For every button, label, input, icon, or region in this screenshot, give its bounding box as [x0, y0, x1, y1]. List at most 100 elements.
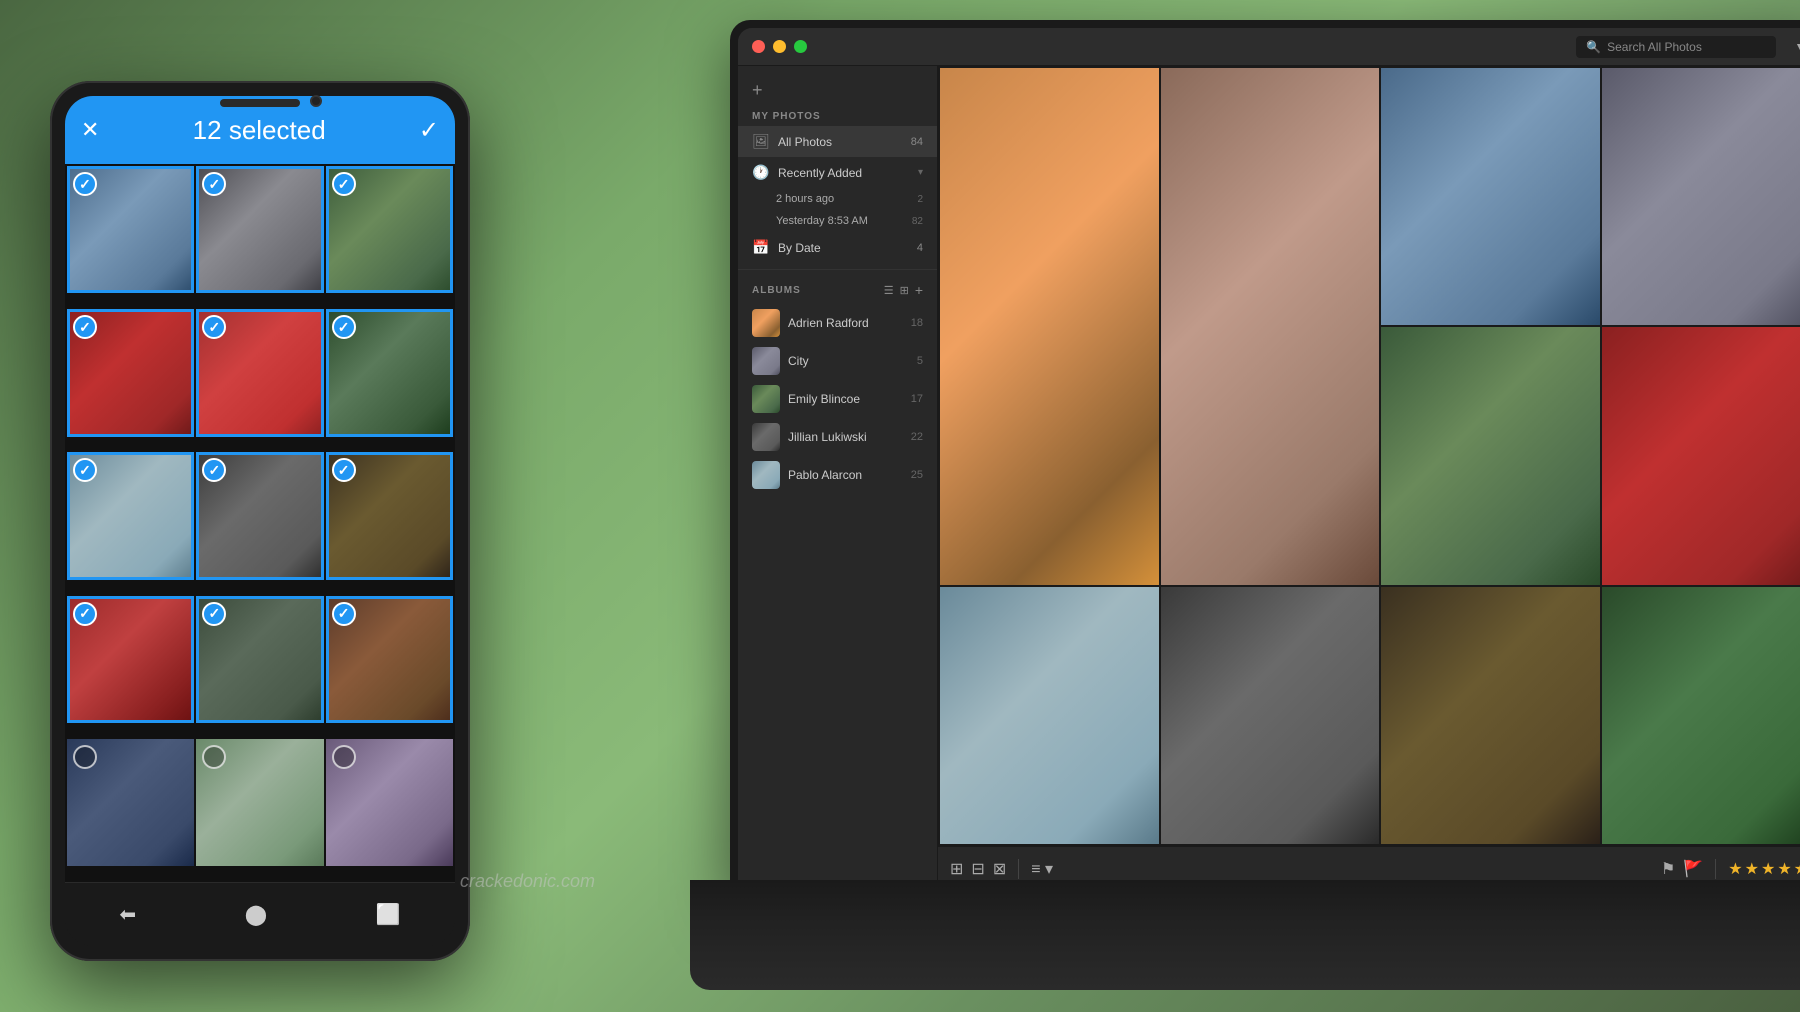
photo-cell-green-dark[interactable]	[1602, 587, 1800, 844]
all-photos-count: 84	[911, 136, 923, 148]
sidebar-sub-2hours[interactable]: 2 hours ago 2	[738, 188, 937, 210]
by-date-count: 4	[917, 242, 923, 254]
recent-icon: 🕐	[752, 164, 770, 181]
view-large-icon[interactable]: ⊞	[950, 859, 963, 879]
album-thumb-city	[752, 347, 780, 375]
laptop-titlebar: 🔍 Search All Photos ▼	[738, 28, 1800, 66]
flag-filled-icon[interactable]: 🚩	[1683, 859, 1703, 879]
sidebar-divider	[738, 269, 937, 270]
phone-cell-13[interactable]	[67, 739, 194, 866]
album-thumb-emily	[752, 385, 780, 413]
selection-overlay-7	[67, 452, 194, 579]
nav-recents-icon[interactable]: ⬜	[376, 902, 401, 927]
selection-badge-14	[202, 745, 226, 769]
search-placeholder: Search All Photos	[1607, 40, 1702, 54]
search-icon: 🔍	[1586, 40, 1601, 54]
album-count-jillian: 22	[911, 431, 923, 443]
phone-cell-12[interactable]: ✓	[326, 596, 453, 723]
phone-cell-7[interactable]: ✓	[67, 452, 194, 579]
albums-list-icon[interactable]: ☰	[884, 284, 894, 297]
sidebar-item-by-date[interactable]: 📅 By Date 4	[738, 232, 937, 263]
search-bar[interactable]: 🔍 Search All Photos	[1576, 36, 1776, 58]
album-item-emily[interactable]: Emily Blincoe 17	[738, 380, 937, 418]
selection-overlay-3	[326, 166, 453, 293]
album-count-city: 5	[917, 355, 923, 367]
phone-cell-5[interactable]: ✓	[196, 309, 323, 436]
photo-cell-cloud-hand[interactable]	[940, 587, 1159, 844]
phone-cell-14[interactable]	[196, 739, 323, 866]
album-name-emily: Emily Blincoe	[788, 392, 903, 406]
sidebar-item-recently-added[interactable]: 🕐 Recently Added ▾	[738, 157, 937, 188]
laptop-screen-bezel: 🔍 Search All Photos ▼ + MY PHOTOS	[730, 20, 1800, 890]
2hours-label: 2 hours ago	[776, 193, 911, 205]
phone-cell-6[interactable]: ✓	[326, 309, 453, 436]
nav-back-icon[interactable]: ⬅	[119, 902, 136, 927]
albums-add-icon[interactable]: +	[915, 282, 923, 298]
photo-cell-jump[interactable]	[1381, 68, 1600, 325]
minimize-traffic-light[interactable]	[773, 40, 786, 53]
selected-count-label: 12 selected	[193, 115, 326, 146]
sidebar-sub-yesterday[interactable]: Yesterday 8:53 AM 82	[738, 210, 937, 232]
photo-cell-red-wall[interactable]	[1602, 327, 1800, 584]
album-count-pablo: 25	[911, 469, 923, 481]
sidebar: + MY PHOTOS 🖼 All Photos 84 🕐 Recent	[738, 66, 938, 890]
phone-cell-9[interactable]: ✓	[326, 452, 453, 579]
toolbar-separator-2	[1715, 859, 1716, 879]
confirm-check-icon[interactable]: ✓	[419, 116, 439, 145]
album-item-pablo[interactable]: Pablo Alarcon 25	[738, 456, 937, 494]
selection-overlay-5	[196, 309, 323, 436]
photo-cell-city-street[interactable]	[1602, 68, 1800, 325]
add-button[interactable]: +	[738, 74, 937, 107]
phone-cell-2[interactable]: ✓	[196, 166, 323, 293]
laptop-keyboard	[690, 880, 1800, 990]
album-item-city[interactable]: City 5	[738, 342, 937, 380]
sidebar-item-all-photos[interactable]: 🖼 All Photos 84	[738, 126, 937, 157]
sort-icon[interactable]: ≡ ▾	[1031, 859, 1053, 879]
album-thumb-pablo	[752, 461, 780, 489]
phone-device: ✕ 12 selected ✓ ✓ ✓ ✓	[50, 81, 470, 961]
selection-overlay-12	[326, 596, 453, 723]
photo-cell-man-sitting[interactable]	[940, 68, 1159, 585]
maximize-traffic-light[interactable]	[794, 40, 807, 53]
albums-label: ALBUMS	[752, 285, 878, 296]
phone-cell-11[interactable]: ✓	[196, 596, 323, 723]
album-count-emily: 17	[911, 393, 923, 405]
phone-camera	[310, 95, 322, 107]
phone-cell-15[interactable]	[326, 739, 453, 866]
album-item-adrien[interactable]: Adrien Radford 18	[738, 304, 937, 342]
close-icon[interactable]: ✕	[81, 117, 99, 143]
filter-icon[interactable]: ▼	[1794, 39, 1800, 55]
photo-cell-food[interactable]	[1381, 327, 1600, 584]
album-item-jillian[interactable]: Jillian Lukiwski 22	[738, 418, 937, 456]
star-rating[interactable]: ★★★★★	[1728, 859, 1800, 879]
phone-nav-bar: ⬅ ⬤ ⬜	[65, 882, 455, 946]
recently-added-arrow: ▾	[918, 167, 923, 178]
view-small-icon[interactable]: ⊠	[993, 859, 1006, 879]
phone-cell-3[interactable]: ✓	[326, 166, 453, 293]
photos-icon: 🖼	[752, 133, 770, 150]
album-name-pablo: Pablo Alarcon	[788, 468, 903, 482]
selection-badge-13	[73, 745, 97, 769]
selection-overlay-8	[196, 452, 323, 579]
photo-grid-area: ⊞ ⊟ ⊠ ≡ ▾ ⚑ 🚩 ★★★★★	[938, 66, 1800, 890]
selection-badge-15	[332, 745, 356, 769]
selection-overlay-10	[67, 596, 194, 723]
selection-overlay-4	[67, 309, 194, 436]
view-medium-icon[interactable]: ⊟	[971, 859, 984, 879]
flag-icon[interactable]: ⚑	[1661, 859, 1675, 879]
photo-cell-woman-sitting[interactable]	[1161, 68, 1380, 585]
phone-cell-4[interactable]: ✓	[67, 309, 194, 436]
albums-grid-icon[interactable]: ⊞	[900, 284, 909, 297]
album-name-city: City	[788, 354, 909, 368]
all-photos-label: All Photos	[778, 135, 903, 149]
nav-home-icon[interactable]: ⬤	[245, 902, 267, 927]
laptop-section: 🔍 Search All Photos ▼ + MY PHOTOS	[730, 20, 1800, 990]
phone-cell-1[interactable]: ✓	[67, 166, 194, 293]
phone-photo-grid: ✓ ✓ ✓ ✓	[65, 164, 455, 882]
phone-cell-8[interactable]: ✓	[196, 452, 323, 579]
photo-cell-portrait-bw[interactable]	[1161, 587, 1380, 844]
laptop-body: 🔍 Search All Photos ▼ + MY PHOTOS	[730, 20, 1800, 990]
phone-cell-10[interactable]: ✓	[67, 596, 194, 723]
photo-cell-gold-circle[interactable]	[1381, 587, 1600, 844]
close-traffic-light[interactable]	[752, 40, 765, 53]
